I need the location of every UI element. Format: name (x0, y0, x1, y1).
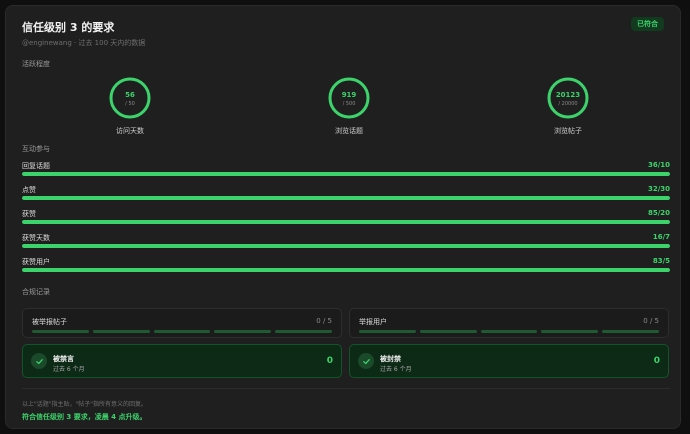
bar-label: 获赞 (22, 210, 36, 218)
check-icon (358, 353, 374, 369)
page-title: 信任级别 3 的要求 (22, 21, 115, 34)
report-value: 0 / 5 (316, 317, 332, 325)
check-icon (31, 353, 47, 369)
ring-total: / 20000 (558, 101, 577, 107)
silenced-box: 被禁言 过去 6 个月 0 (22, 344, 342, 378)
bar-row-likes-given: 点赞 32/30 (22, 185, 670, 205)
report-label: 举报用户 (359, 318, 387, 326)
bar-label: 获赞天数 (22, 234, 50, 242)
ring-value: 20123 (556, 91, 580, 99)
ring-value: 919 (342, 91, 357, 99)
ban-count: 0 (653, 356, 660, 366)
ban-title: 被封禁 (380, 355, 401, 363)
report-segments (359, 330, 659, 333)
ring-topics-viewed: 919 / 500 浏览话题 (289, 76, 409, 136)
ring-visit-days: 56 / 50 访问天数 (70, 76, 190, 136)
bar-label: 回复话题 (22, 162, 50, 170)
progress-fill (22, 220, 670, 224)
ban-count: 0 (326, 356, 333, 366)
progress-fill (22, 268, 670, 272)
ring-total: / 500 (343, 101, 356, 107)
footnote: 以上"话题"指主贴，"帖子"指所有意义的回复。 (22, 401, 148, 408)
bar-value: 16/7 (652, 233, 670, 241)
progress-track (22, 244, 670, 248)
ring-total: / 50 (125, 101, 135, 107)
user-subtitle: @enginewang · 过去 100 天内的数据 (22, 39, 146, 47)
result-text: 符合信任级别 3 要求，凌晨 4 点升级。 (22, 413, 147, 421)
bar-row-replies: 回复话题 36/10 (22, 161, 670, 181)
activity-section-label: 活跃程度 (22, 60, 50, 68)
progress-track (22, 220, 670, 224)
bar-value: 85/20 (647, 209, 670, 217)
status-badge: 已符合 (631, 17, 664, 31)
report-segments (32, 330, 332, 333)
progress-track (22, 268, 670, 272)
bar-label: 点赞 (22, 186, 36, 194)
ring-value: 56 (125, 91, 135, 99)
ring-posts-viewed: 20123 / 20000 浏览帖子 (508, 76, 628, 136)
progress-fill (22, 196, 670, 200)
progress-track (22, 172, 670, 176)
compliance-section-label: 合规记录 (22, 288, 50, 296)
ban-subtitle: 过去 6 个月 (380, 366, 412, 373)
ring-visit-days-chart: 56 / 50 (109, 77, 151, 119)
bar-value: 32/30 (647, 185, 670, 193)
progress-track (22, 196, 670, 200)
ring-topics-viewed-chart: 919 / 500 (328, 77, 370, 119)
bar-row-liked-days: 获赞天数 16/7 (22, 233, 670, 253)
ban-title: 被禁言 (53, 355, 74, 363)
progress-fill (22, 244, 670, 248)
suspended-box: 被封禁 过去 6 个月 0 (349, 344, 669, 378)
bar-row-liked-users: 获赞用户 83/5 (22, 257, 670, 277)
progress-fill (22, 172, 670, 176)
ring-label: 浏览话题 (335, 127, 363, 135)
bar-label: 获赞用户 (22, 258, 50, 266)
report-label: 被举报帖子 (32, 318, 67, 326)
ring-label: 访问天数 (116, 127, 144, 135)
bar-value: 83/5 (652, 257, 670, 265)
ring-label: 浏览帖子 (554, 127, 582, 135)
reported-users-box: 举报用户 0 / 5 (349, 308, 669, 338)
bar-value: 36/10 (647, 161, 670, 169)
divider (22, 388, 670, 389)
interaction-section-label: 互动参与 (22, 145, 50, 153)
ban-subtitle: 过去 6 个月 (53, 366, 85, 373)
bar-row-likes-received: 获赞 85/20 (22, 209, 670, 229)
reported-posts-box: 被举报帖子 0 / 5 (22, 308, 342, 338)
trust-level-card: 信任级别 3 的要求 已符合 @enginewang · 过去 100 天内的数… (5, 5, 681, 429)
report-value: 0 / 5 (643, 317, 659, 325)
ring-posts-viewed-chart: 20123 / 20000 (547, 77, 589, 119)
